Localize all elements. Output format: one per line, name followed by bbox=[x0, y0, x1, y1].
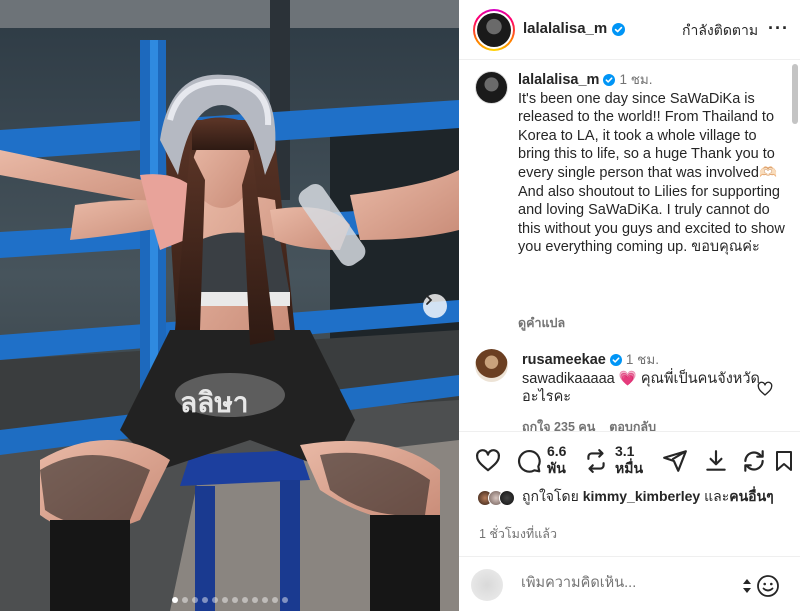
caption-author[interactable]: lalalalisa_m bbox=[518, 72, 599, 88]
save-bookmark-icon[interactable] bbox=[772, 448, 796, 474]
carousel-dot bbox=[281, 597, 288, 603]
download-icon[interactable] bbox=[703, 448, 729, 474]
likes-text: ถูกใจโดย kimmy_kimberley และคนอื่นๆ bbox=[522, 487, 792, 506]
action-bar: 6.6 พัน 3.1 หมื่น bbox=[459, 431, 800, 487]
comments-count: 6.6 bbox=[547, 443, 567, 459]
caption-author-avatar[interactable] bbox=[475, 71, 508, 104]
comment-bubble-icon[interactable] bbox=[516, 448, 542, 474]
comment-likes[interactable]: ถูกใจ 235 คน bbox=[522, 417, 595, 431]
current-user-avatar bbox=[471, 569, 503, 601]
author-avatar[interactable] bbox=[473, 9, 515, 51]
comment-item: rusameekae 1 ชม. sawadikaaaaa 💗 คุณพี่เป… bbox=[522, 351, 762, 407]
emoji-smiley-icon[interactable] bbox=[756, 574, 780, 598]
carousel-dot bbox=[261, 597, 268, 603]
comment-text: sawadikaaaaa 💗 คุณพี่เป็นคนจังหวัดอะไรคะ bbox=[522, 370, 760, 406]
carousel-dot bbox=[271, 597, 278, 603]
post-details-panel: lalalalisa_m กำลังติดตาม ··· lalalalisa_… bbox=[459, 0, 800, 611]
verified-badge-icon bbox=[612, 23, 625, 36]
caption: lalalalisa_m 1 ชม. It's been one day sin… bbox=[518, 71, 786, 257]
comment-author[interactable]: rusameekae bbox=[522, 352, 606, 368]
carousel-next-button[interactable] bbox=[423, 294, 447, 318]
carousel-dot bbox=[241, 597, 248, 603]
reposts-count-unit: หมื่น bbox=[615, 460, 644, 476]
likes-prefix: ถูกใจโดย bbox=[522, 488, 579, 504]
reposts-count: 3.1 bbox=[615, 443, 635, 459]
likes-summary: ถูกใจโดย kimmy_kimberley และคนอื่นๆ bbox=[459, 487, 800, 527]
commenter-avatar[interactable] bbox=[475, 349, 508, 382]
refresh-icon[interactable] bbox=[741, 448, 767, 474]
likes-joiner: และ bbox=[704, 488, 730, 504]
carousel-dot bbox=[231, 597, 238, 603]
more-options-icon[interactable]: ··· bbox=[768, 18, 789, 39]
comments-scrollbar[interactable] bbox=[792, 64, 798, 124]
post-media[interactable]: ลลิษา bbox=[0, 0, 459, 611]
caption-text: It's been one day since SaWaDiKa is rele… bbox=[518, 90, 785, 256]
liker-avatar bbox=[499, 490, 515, 506]
comment-time: 1 ชม. bbox=[625, 352, 659, 367]
author-username[interactable]: lalalalisa_m bbox=[523, 20, 607, 37]
sort-arrows-icon[interactable] bbox=[742, 578, 752, 594]
add-comment-bar bbox=[459, 556, 800, 611]
post-header: lalalalisa_m กำลังติดตาม ··· bbox=[459, 0, 800, 60]
verified-badge-icon bbox=[603, 74, 616, 87]
carousel-dot bbox=[221, 597, 228, 603]
svg-text:ลลิษา: ลลิษา bbox=[180, 386, 249, 419]
carousel-dot bbox=[181, 597, 188, 603]
like-comment-heart-icon[interactable] bbox=[757, 381, 773, 397]
caption-time: 1 ชม. bbox=[619, 72, 653, 87]
carousel-indicator bbox=[0, 597, 459, 603]
comment-meta: ถูกใจ 235 คน ตอบกลับ bbox=[522, 417, 656, 431]
comments-list[interactable]: lalalalisa_m 1 ชม. It's been one day sin… bbox=[459, 61, 800, 431]
comments-count-unit: พัน bbox=[547, 460, 566, 476]
see-translation-link[interactable]: ดูคำแปล bbox=[518, 313, 565, 333]
add-comment-input[interactable] bbox=[521, 575, 731, 591]
carousel-dot bbox=[251, 597, 258, 603]
liker-username[interactable]: kimmy_kimberley bbox=[583, 488, 701, 504]
carousel-dot bbox=[191, 597, 198, 603]
share-send-icon[interactable] bbox=[662, 448, 688, 474]
chevron-right-icon bbox=[426, 295, 433, 305]
likes-others-link[interactable]: คนอื่นๆ bbox=[729, 488, 773, 504]
post-time-ago[interactable]: 1 ชั่วโมงที่แล้ว bbox=[479, 524, 557, 544]
comment-reply-button[interactable]: ตอบกลับ bbox=[609, 417, 656, 431]
repost-icon[interactable] bbox=[583, 448, 609, 474]
carousel-dot bbox=[211, 597, 218, 603]
post-photo: ลลิษา bbox=[0, 0, 459, 611]
like-heart-icon[interactable] bbox=[475, 448, 501, 474]
carousel-dot bbox=[201, 597, 208, 603]
carousel-dot bbox=[171, 597, 178, 603]
verified-badge-icon bbox=[609, 354, 622, 367]
following-button[interactable]: กำลังติดตาม bbox=[682, 20, 758, 42]
